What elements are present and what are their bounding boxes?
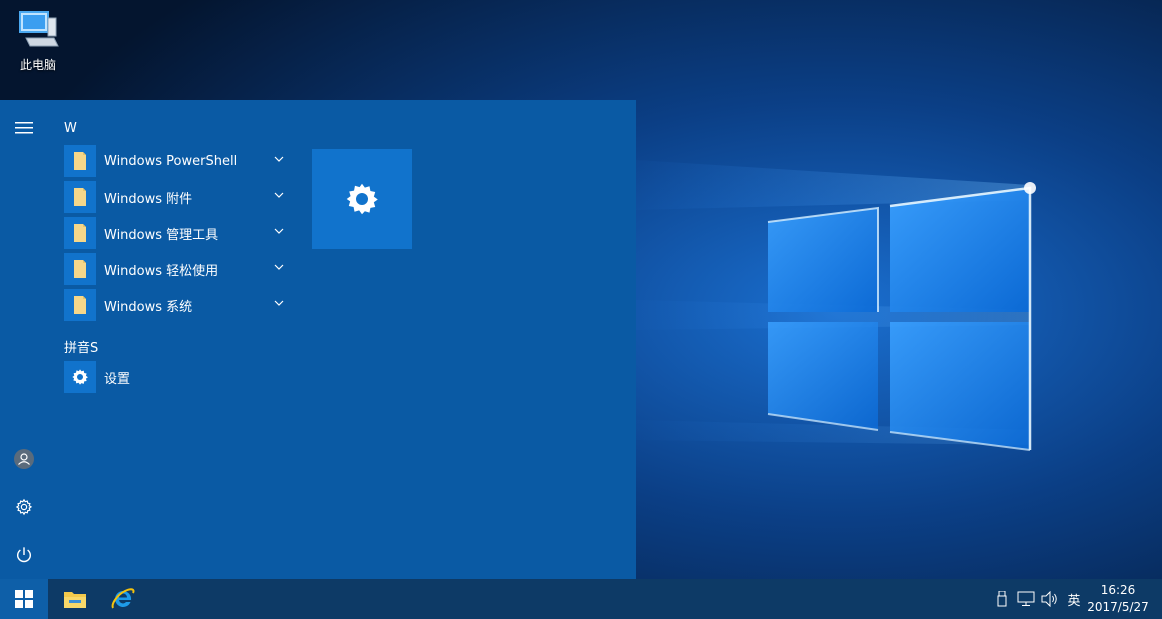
usb-device-icon [997, 591, 1007, 607]
app-item-windows-system[interactable]: Windows 系统 [64, 289, 294, 321]
app-item-windows-accessories[interactable]: Windows 附件 [64, 181, 294, 213]
start-button[interactable] [0, 579, 48, 619]
app-label: Windows PowerShell [104, 153, 238, 169]
gear-icon [64, 361, 96, 393]
clock-time: 16:26 [1100, 583, 1136, 597]
start-menu: W Windows PowerShell Windows 附件 Windows … [0, 100, 636, 579]
folder-icon [64, 253, 96, 285]
folder-icon [64, 145, 96, 177]
group-header-w: W [64, 121, 77, 136]
chevron-down-icon[interactable] [274, 298, 284, 308]
clock-date: 2017/5/27 [1087, 600, 1149, 614]
this-pc-label: 此电脑 [19, 58, 56, 72]
gear-icon [346, 183, 378, 215]
computer-icon [19, 11, 59, 47]
network-icon [1017, 591, 1035, 606]
taskbar-clock[interactable]: 16:26 2017/5/27 [1086, 582, 1150, 616]
app-label: Windows 系统 [104, 299, 193, 315]
file-explorer-icon [64, 592, 86, 608]
taskbar-file-explorer[interactable] [51, 579, 99, 619]
app-label: 设置 [104, 371, 131, 387]
power-button[interactable] [0, 535, 48, 575]
taskbar: 英 16:26 2017/5/27 [0, 579, 1162, 619]
power-icon [16, 547, 32, 563]
folder-icon [64, 181, 96, 213]
chevron-down-icon[interactable] [274, 190, 284, 200]
app-label: Windows 管理工具 [104, 227, 219, 243]
folder-icon [64, 289, 96, 321]
app-item-settings[interactable]: 设置 [64, 361, 294, 393]
settings-tile[interactable] [312, 149, 412, 249]
usb-device-tray[interactable] [994, 579, 1010, 619]
app-label: Windows 附件 [104, 191, 193, 207]
group-header-pinyin-s: 拼音S [64, 341, 99, 356]
ime-indicator[interactable]: 英 [1063, 579, 1085, 619]
app-item-windows-powershell[interactable]: Windows PowerShell [64, 145, 294, 177]
user-avatar-icon [14, 449, 34, 469]
chevron-down-icon[interactable] [274, 262, 284, 272]
settings-button[interactable] [0, 487, 48, 527]
volume-icon [1041, 591, 1057, 607]
chevron-down-icon[interactable] [274, 226, 284, 236]
hamburger-icon [15, 122, 33, 134]
app-item-windows-admin-tools[interactable]: Windows 管理工具 [64, 217, 294, 249]
network-tray[interactable] [1015, 579, 1037, 619]
app-item-windows-ease-of-access[interactable]: Windows 轻松使用 [64, 253, 294, 285]
windows-logo-icon [15, 590, 33, 608]
folder-icon [64, 217, 96, 249]
chevron-down-icon[interactable] [274, 154, 284, 164]
user-account-button[interactable] [0, 439, 48, 479]
app-label: Windows 轻松使用 [104, 263, 219, 279]
expand-menu-button[interactable] [0, 108, 48, 148]
taskbar-internet-explorer[interactable] [99, 579, 147, 619]
internet-explorer-icon [111, 588, 135, 609]
this-pc-desktop-icon[interactable]: 此电脑 [6, 8, 70, 73]
start-rail [0, 100, 48, 579]
gear-icon [15, 498, 33, 516]
volume-tray[interactable] [1040, 579, 1060, 619]
